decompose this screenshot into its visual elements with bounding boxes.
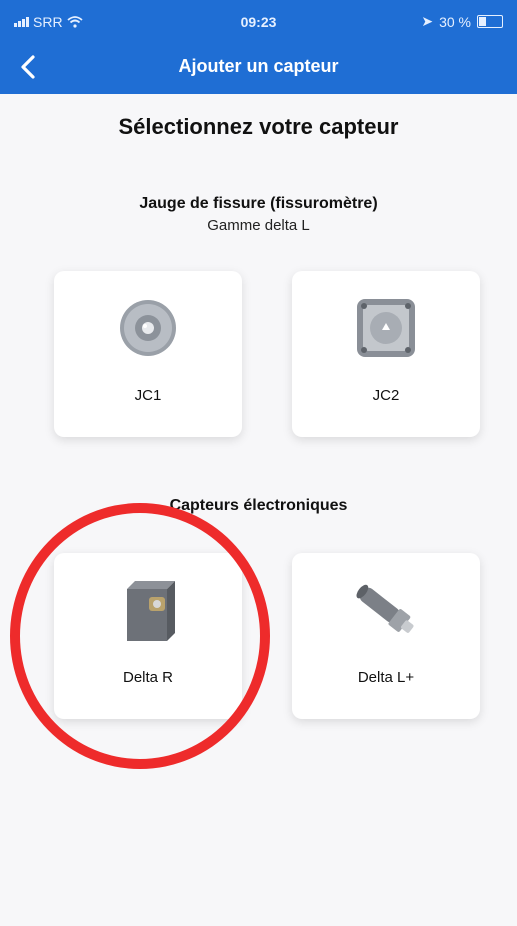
- location-icon: ➤: [421, 13, 434, 29]
- sensor-label-delta-l-plus: Delta L+: [357, 669, 415, 686]
- status-right: ➤ 30 %: [421, 13, 503, 30]
- sensor-card-delta-r[interactable]: Delta R: [54, 553, 242, 719]
- cylinder-sensor-icon: [292, 575, 480, 645]
- sensor-label-jc1: JC1: [134, 387, 162, 404]
- sensor-card-jc1[interactable]: JC1: [54, 271, 242, 437]
- section-subtitle-gauges: Gamme delta L: [207, 217, 310, 234]
- battery-icon: [477, 15, 503, 28]
- nav-title: Ajouter un capteur: [178, 56, 339, 76]
- section-title-electronic: Capteurs électroniques: [169, 497, 348, 514]
- sensor-label-jc2: JC2: [372, 387, 400, 404]
- square-gauge-icon: [292, 293, 480, 363]
- page-title: Sélectionnez votre capteur: [118, 114, 399, 139]
- sensor-card-jc2[interactable]: JC2: [292, 271, 480, 437]
- sensor-card-delta-l-plus[interactable]: Delta L+: [292, 553, 480, 719]
- box-sensor-icon: [54, 575, 242, 645]
- battery-percent: 30 %: [439, 13, 471, 30]
- app-header: SRR 09:23 ➤ 30 % Ajouter un capteur: [0, 0, 517, 94]
- section-title-gauges: Jauge de fissure (fissuromètre): [139, 195, 378, 212]
- round-gauge-icon: [54, 293, 242, 363]
- sensor-label-delta-r: Delta R: [122, 669, 174, 686]
- status-bar: SRR 09:23 ➤ 30 %: [0, 0, 517, 42]
